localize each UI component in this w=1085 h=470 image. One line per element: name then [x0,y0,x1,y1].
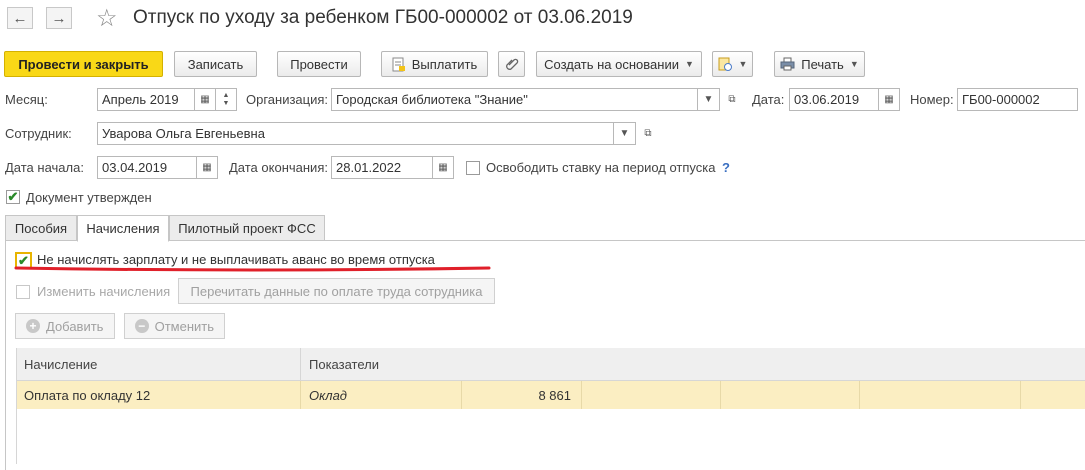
open-link-icon: ⧉ [644,128,652,139]
pay-button[interactable]: Выплатить [381,51,488,77]
month-stepper[interactable]: ▲ ▼ [215,88,237,111]
chevron-up-icon: ▲ [222,91,230,99]
start-calendar-button[interactable]: ▦ [196,156,218,179]
attach-button[interactable] [498,51,525,77]
document-structure-icon [718,57,732,71]
approved-label: Документ утвержден [26,190,152,205]
add-label: Добавить [46,318,104,334]
create-based-on-button[interactable]: Создать на основании ▼ [536,51,702,77]
printer-icon [780,57,795,71]
indicator-value-cell[interactable]: 8 861 [462,381,582,409]
red-underline-annotation [14,266,491,272]
paperclip-icon [505,58,518,70]
print-label: Печать [801,56,844,72]
checkmark-icon: ✔ [7,189,19,204]
calendar-icon: ▦ [200,94,210,105]
accrual-name-cell[interactable]: Оплата по окладу 12 [16,381,301,409]
forward-button[interactable]: → [46,7,72,29]
month-field[interactable]: Апрель 2019 [97,88,195,111]
cancel-label: Отменить [154,318,214,334]
start-date-label: Дата начала: [5,160,84,175]
change-accruals-checkbox[interactable] [16,285,30,299]
indicator-name-cell[interactable]: Оклад [301,381,462,409]
plus-icon: + [26,319,40,333]
save-button[interactable]: Записать [174,51,257,77]
approved-checkbox[interactable]: ✔ [6,189,20,204]
month-label: Месяц: [5,92,48,107]
calendar-icon: ▦ [884,94,894,105]
cancel-button[interactable]: − Отменить [124,313,225,339]
change-accruals-label: Изменить начисления [37,284,171,299]
organization-field[interactable]: Городская библиотека "Знание" [331,88,698,111]
calendar-icon: ▦ [438,162,448,173]
create-based-on-label: Создать на основании [544,56,679,72]
chevron-down-icon: ▼ [684,59,694,69]
employee-field[interactable]: Уварова Ольга Евгеньевна [97,122,614,145]
number-field[interactable]: ГБ00-000002 [957,88,1078,111]
empty-cell[interactable] [582,381,721,409]
tab-pilot-fss[interactable]: Пилотный проект ФСС [169,215,325,241]
column-header-accrual[interactable]: Начисление [16,348,301,381]
free-rate-checkbox[interactable] [466,161,480,175]
employee-dropdown-button[interactable]: ▼ [613,122,636,145]
related-docs-button[interactable]: ▼ [712,51,753,77]
document-pay-icon [392,57,405,71]
chevron-down-icon: ▼ [738,59,748,69]
organization-label: Организация: [246,92,329,107]
favorite-star-icon[interactable]: ☆ [96,4,118,33]
empty-cell[interactable] [721,381,860,409]
calendar-button[interactable]: ▦ [194,88,216,111]
date-calendar-button[interactable]: ▦ [878,88,900,111]
chevron-down-icon: ▼ [222,99,230,107]
chevron-down-icon: ▼ [703,94,714,105]
open-link-icon: ⧉ [728,94,736,105]
employee-label: Сотрудник: [5,126,72,141]
end-date-label: Дата окончания: [229,160,328,175]
table-left-border [16,348,17,464]
empty-cell[interactable] [860,381,1021,409]
employee-open-button[interactable]: ⧉ [638,122,658,145]
pay-button-label: Выплатить [411,56,478,72]
arrow-right-icon: → [51,9,67,27]
free-rate-label: Освободить ставку на период отпуска [486,160,716,175]
arrow-left-icon: ← [12,9,28,27]
organization-open-button[interactable]: ⧉ [722,88,742,111]
end-date-field[interactable]: 28.01.2022 [331,156,433,179]
number-label: Номер: [910,92,954,107]
add-button[interactable]: + Добавить [15,313,115,339]
organization-dropdown-button[interactable]: ▼ [697,88,720,111]
post-button[interactable]: Провести [277,51,361,77]
tab-accruals[interactable]: Начисления [77,215,169,242]
end-calendar-button[interactable]: ▦ [432,156,454,179]
chevron-down-icon: ▼ [619,128,630,139]
date-label: Дата: [752,92,785,107]
page-title: Отпуск по уходу за ребенком ГБ00-000002 … [133,7,633,28]
start-date-field[interactable]: 03.04.2019 [97,156,197,179]
tab-benefits[interactable]: Пособия [5,215,77,241]
reread-data-button[interactable]: Перечитать данные по оплате труда сотруд… [178,278,495,304]
back-button[interactable]: ← [7,7,33,29]
column-header-indicators[interactable]: Показатели [301,348,1085,381]
print-button[interactable]: Печать ▼ [774,51,865,77]
date-field[interactable]: 03.06.2019 [789,88,879,111]
calendar-icon: ▦ [202,162,212,173]
post-and-close-button[interactable]: Провести и закрыть [4,51,163,77]
chevron-down-icon: ▼ [849,59,859,69]
minus-icon: − [135,319,149,333]
help-icon[interactable]: ? [722,160,730,175]
